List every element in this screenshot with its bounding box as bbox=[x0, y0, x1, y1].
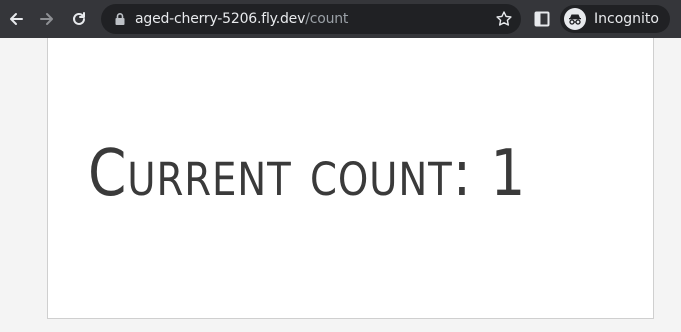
incognito-icon bbox=[564, 8, 586, 30]
forward-arrow-icon bbox=[40, 13, 53, 25]
page-content: Current count: 1 bbox=[47, 38, 654, 319]
incognito-indicator[interactable]: Incognito bbox=[560, 5, 670, 33]
current-count-heading: Current count: 1 bbox=[88, 137, 527, 211]
reload-icon bbox=[73, 12, 85, 25]
lock-icon bbox=[115, 13, 125, 25]
browser-toolbar: aged-cherry-5206.fly.dev/count Incognito bbox=[0, 0, 681, 38]
forward-button[interactable] bbox=[35, 7, 59, 31]
address-bar[interactable]: aged-cherry-5206.fly.dev/count bbox=[101, 4, 521, 34]
url-host: aged-cherry-5206.fly.dev bbox=[135, 11, 306, 27]
url-text: aged-cherry-5206.fly.dev/count bbox=[135, 11, 348, 27]
url-path: /count bbox=[305, 11, 349, 27]
reload-button[interactable] bbox=[67, 7, 91, 31]
back-arrow-icon bbox=[10, 13, 23, 25]
back-button[interactable] bbox=[4, 7, 28, 31]
star-icon[interactable] bbox=[495, 10, 513, 28]
tab-search-icon[interactable] bbox=[533, 10, 551, 28]
incognito-label: Incognito bbox=[594, 11, 659, 27]
